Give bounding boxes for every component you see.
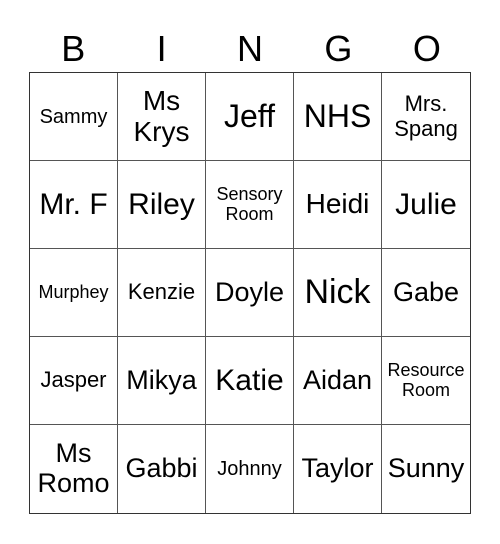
bingo-cell[interactable]: Murphey xyxy=(30,249,118,337)
bingo-cell[interactable]: Ms Krys xyxy=(118,73,206,161)
bingo-cell[interactable]: Mr. F xyxy=(30,161,118,249)
bingo-cell[interactable]: Sammy xyxy=(30,73,118,161)
bingo-cell[interactable]: Julie xyxy=(382,161,470,249)
bingo-cell[interactable]: Jasper xyxy=(30,337,118,425)
bingo-cell[interactable]: Taylor xyxy=(294,425,382,513)
bingo-cell[interactable]: Heidi xyxy=(294,161,382,249)
bingo-cell[interactable]: Doyle xyxy=(206,249,294,337)
header-letter-n: N xyxy=(237,28,264,69)
header-letter-g: G xyxy=(324,28,353,69)
bingo-cell[interactable]: Johnny xyxy=(206,425,294,513)
bingo-cell[interactable]: Ms Romo xyxy=(30,425,118,513)
bingo-cell[interactable]: Jeff xyxy=(206,73,294,161)
bingo-cell[interactable]: Mikya xyxy=(118,337,206,425)
bingo-cell[interactable]: Gabe xyxy=(382,249,470,337)
bingo-cell[interactable]: Gabbi xyxy=(118,425,206,513)
header-letter-o: O xyxy=(412,28,441,69)
bingo-cell[interactable]: Mrs. Spang xyxy=(382,73,470,161)
bingo-cell[interactable]: NHS xyxy=(294,73,382,161)
bingo-cell[interactable]: Sunny xyxy=(382,425,470,513)
bingo-cell[interactable]: Sensory Room xyxy=(206,161,294,249)
bingo-cell[interactable]: Aidan xyxy=(294,337,382,425)
header-letter-b: B xyxy=(61,28,86,69)
bingo-cell[interactable]: Riley xyxy=(118,161,206,249)
bingo-cell[interactable]: Nick xyxy=(294,249,382,337)
header-letter-i: I xyxy=(156,28,167,69)
bingo-header: B I N G O xyxy=(29,26,471,72)
bingo-cell[interactable]: Katie xyxy=(206,337,294,425)
bingo-card-grid: Sammy Ms Krys Jeff NHS Mrs. Spang Mr. F Ri… xyxy=(29,72,471,514)
bingo-cell[interactable]: Kenzie xyxy=(118,249,206,337)
bingo-cell[interactable]: Resource Room xyxy=(382,337,470,425)
